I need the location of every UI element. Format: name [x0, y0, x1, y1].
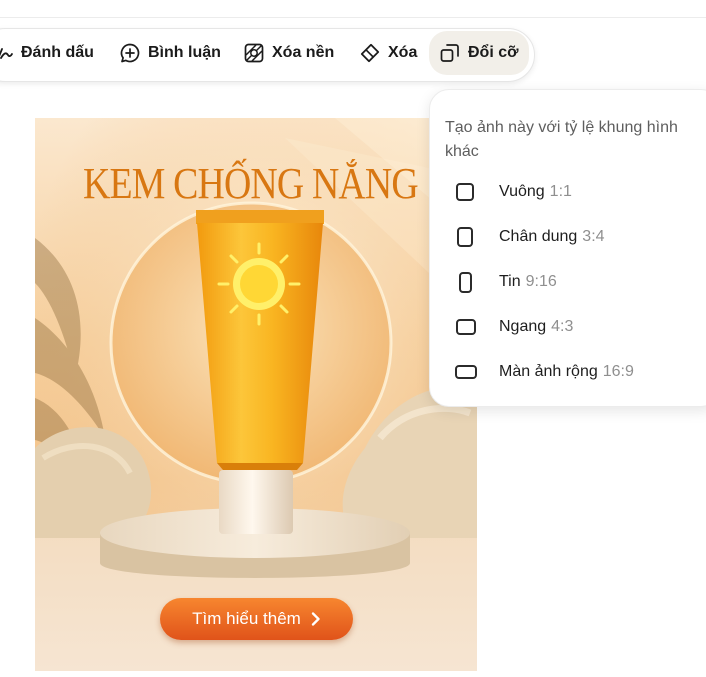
chevron-right-icon [311, 612, 320, 626]
story-ratio-icon [459, 271, 472, 293]
square-ratio-icon [456, 183, 474, 201]
resize-label: Đổi cỡ [468, 44, 519, 61]
remove-background-icon [244, 43, 264, 63]
mark-button[interactable]: Đánh dấu [0, 31, 94, 75]
add-comment-icon [120, 43, 140, 63]
comment-label: Bình luận [148, 44, 221, 61]
aspect-option-landscape[interactable]: Ngang 4:3 [455, 312, 573, 342]
resize-menu-heading: Tạo ảnh này với tỷ lệ khung hình khác [445, 119, 678, 160]
widescreen-ratio-icon [455, 365, 477, 379]
pen-mark-icon [0, 48, 13, 59]
erase-label: Xóa [388, 44, 418, 61]
aspect-option-widescreen[interactable]: Màn ảnh rộng 16:9 [455, 357, 634, 387]
aspect-option-ratio: 9:16 [525, 273, 557, 290]
aspect-option-label: Ngang [499, 318, 547, 335]
learn-more-label: Tìm hiểu thêm [192, 609, 301, 628]
erase-button[interactable]: Xóa [359, 31, 417, 75]
aspect-option-label: Màn ảnh rộng [499, 363, 598, 380]
aspect-option-label: Chân dung [499, 228, 578, 245]
top-divider [0, 17, 706, 18]
aspect-option-label: Vuông [499, 183, 545, 200]
learn-more-button[interactable]: Tìm hiểu thêm [160, 598, 353, 640]
landscape-ratio-icon [456, 319, 476, 335]
aspect-option-square[interactable]: Vuông 1:1 [455, 177, 572, 207]
aspect-option-ratio: 16:9 [602, 363, 634, 380]
eraser-icon [360, 43, 380, 63]
mark-label: Đánh dấu [21, 44, 94, 61]
aspect-option-ratio: 4:3 [551, 318, 574, 335]
remove-background-button[interactable]: Xóa nền [243, 31, 334, 75]
portrait-ratio-icon [457, 227, 473, 247]
resize-button[interactable]: Đổi cỡ [429, 31, 529, 75]
resize-dropdown-menu: Tạo ảnh này với tỷ lệ khung hình khác Vu… [429, 89, 706, 407]
poster-title: KEM CHỐNG NẮNG [83, 159, 419, 208]
aspect-option-label: Tin [499, 273, 521, 290]
generated-image[interactable]: KEM CHỐNG NẮNG Tìm hiểu thêm [35, 118, 477, 671]
resize-icon [440, 44, 459, 62]
aspect-option-portrait[interactable]: Chân dung 3:4 [455, 222, 605, 252]
comment-button[interactable]: Bình luận [119, 31, 221, 75]
aspect-option-ratio: 3:4 [582, 228, 605, 245]
remove-background-label: Xóa nền [272, 44, 335, 61]
aspect-option-ratio: 1:1 [549, 183, 572, 200]
aspect-option-story[interactable]: Tin 9:16 [455, 267, 557, 297]
